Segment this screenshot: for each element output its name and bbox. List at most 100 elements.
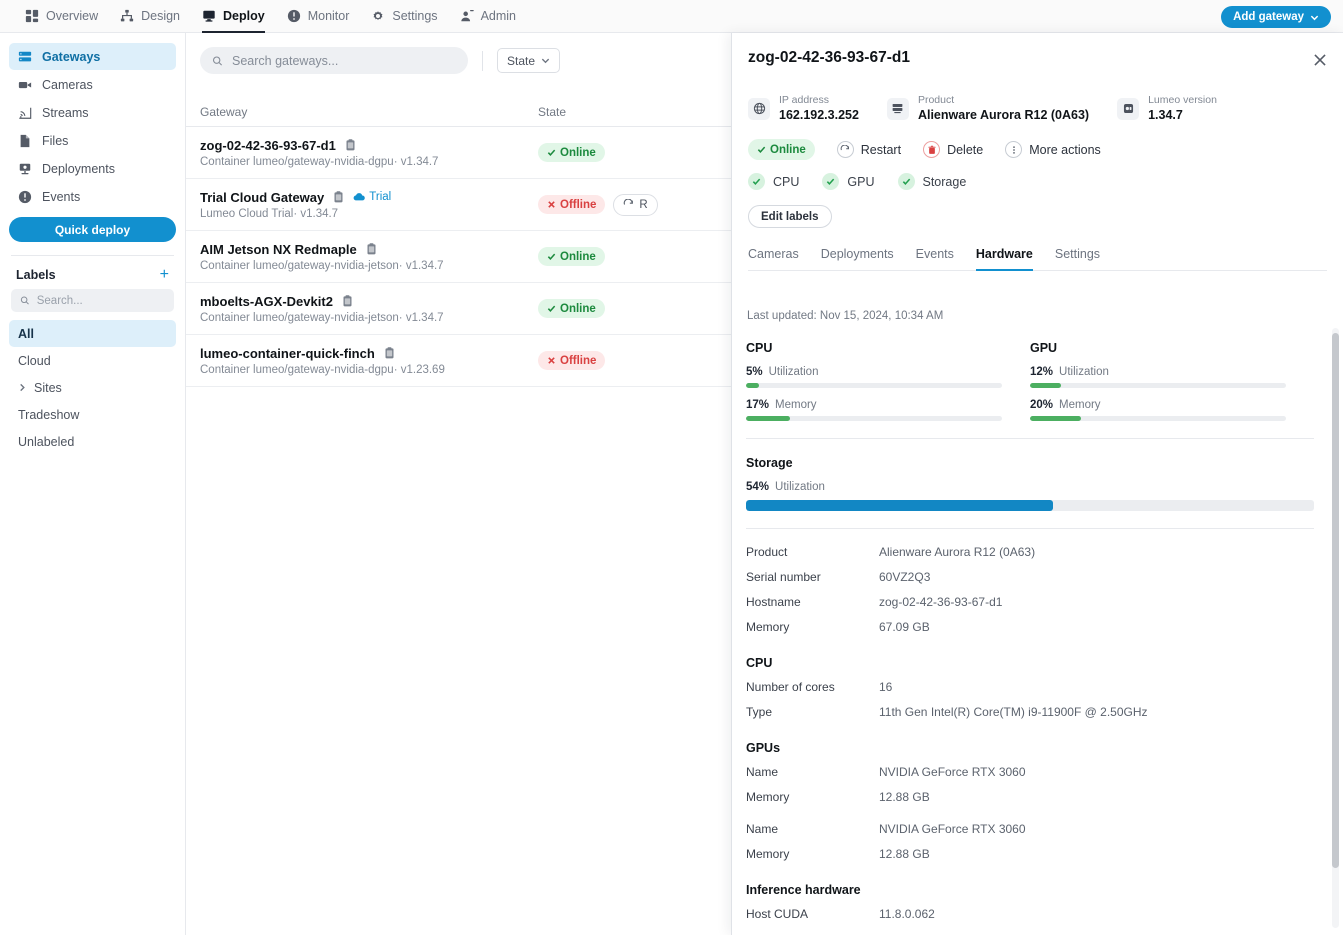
sidebar-item-events[interactable]: Events (9, 183, 176, 210)
close-icon (548, 357, 555, 364)
label-item-all[interactable]: All (9, 320, 176, 347)
inference-section-title: Inference hardware (746, 883, 861, 897)
gateway-list-pane: State Gateway State zog-02-42-36-93-67-d… (186, 33, 732, 935)
meta-value-product: Alienware Aurora R12 (0A63) (917, 108, 1090, 123)
detail-scrollbar[interactable] (1332, 328, 1339, 928)
tab-settings[interactable]: Settings (1055, 247, 1100, 270)
detail-header: zog-02-42-36-93-67-d1 (732, 33, 1343, 67)
metric-cpu-memory-label: Memory (775, 399, 817, 411)
list-toolbar: State (186, 33, 732, 74)
sidebar-item-deployments[interactable]: Deployments (9, 155, 176, 182)
restart-button[interactable]: R (613, 193, 658, 216)
kv-gpu2-memory: Memory 12.88 GB (746, 847, 1314, 861)
label-item-cloud[interactable]: Cloud (9, 347, 176, 374)
file-icon (20, 134, 30, 147)
add-gateway-button[interactable]: Add gateway (1221, 6, 1331, 28)
kv-number-of-cores: Number of cores 16 (746, 680, 1314, 694)
copy-icon[interactable] (333, 191, 344, 203)
metric-storage: Storage 54% Utilization (746, 456, 1314, 511)
nav-item-admin[interactable]: Admin (449, 0, 527, 33)
nav-item-design[interactable]: Design (109, 0, 191, 33)
table-row[interactable]: AIM Jetson NX Redmaple Container lumeo/g… (186, 231, 732, 283)
label-text-tradeshow: Tradeshow (18, 407, 80, 422)
check-icon (748, 173, 765, 191)
copy-icon[interactable] (345, 139, 356, 151)
nav-item-overview[interactable]: Overview (14, 0, 109, 33)
gateway-detail-panel: zog-02-42-36-93-67-d1 IP address 162.192… (731, 33, 1343, 935)
label-search[interactable] (11, 289, 174, 312)
edit-labels-button[interactable]: Edit labels (748, 205, 832, 229)
table-row[interactable]: lumeo-container-quick-finch Container lu… (186, 335, 732, 387)
sidebar-item-files[interactable]: Files (9, 127, 176, 154)
sidebar-item-gateways[interactable]: Gateways (9, 43, 176, 70)
kv-value: 12.88 GB (879, 847, 930, 861)
close-icon[interactable] (1311, 51, 1329, 69)
metric-storage-utilization-line: 54% Utilization (746, 481, 1314, 493)
tab-cameras[interactable]: Cameras (748, 247, 799, 270)
search-gateways[interactable] (200, 47, 468, 74)
state-filter-label: State (507, 53, 536, 68)
kv-value: NVIDIA GeForce RTX 3060 (879, 822, 1026, 836)
search-gateways-input[interactable] (232, 53, 456, 68)
more-actions-label: More actions (1029, 142, 1101, 157)
row-state: Online (538, 299, 718, 318)
server-icon (886, 97, 909, 120)
label-item-unlabeled[interactable]: Unlabeled (9, 428, 176, 455)
refresh-icon (836, 141, 854, 159)
more-actions-button[interactable]: More actions (1005, 141, 1101, 159)
kv-key: Name (746, 822, 779, 836)
sidebar-item-cameras[interactable]: Cameras (9, 71, 176, 98)
hardware-tab-content: Last updated: Nov 15, 2024, 10:34 AM CPU… (732, 296, 1343, 935)
add-label-icon[interactable]: + (160, 267, 169, 283)
app-root: Overview Design Deploy Monitor Settings … (0, 0, 1343, 935)
delete-button[interactable]: Delete (923, 141, 983, 159)
copy-icon[interactable] (366, 243, 377, 255)
quick-deploy-button[interactable]: Quick deploy (9, 217, 176, 242)
scrollbar-thumb[interactable] (1332, 333, 1339, 868)
toolbar-divider (482, 50, 483, 71)
cpu-section-title: CPU (746, 656, 773, 670)
nav-item-monitor[interactable]: Monitor (276, 0, 361, 33)
health-indicators: CPU GPU Storage (732, 160, 1343, 191)
meta-ip-address: IP address 162.192.3.252 (748, 93, 859, 124)
row-state: Online (538, 247, 718, 266)
kv-value: 16 (879, 680, 893, 694)
gateway-name: mboelts-AGX-Devkit2 (200, 293, 333, 309)
copy-icon[interactable] (342, 295, 353, 307)
left-sidebar: Gateways Cameras Streams Files Deploymen… (0, 33, 186, 935)
nav-item-deploy[interactable]: Deploy (191, 0, 276, 33)
meta-value-version: 1.34.7 (1148, 108, 1183, 123)
sidebar-item-streams[interactable]: Streams (9, 99, 176, 126)
copy-icon[interactable] (384, 347, 395, 359)
chevron-down-icon (1310, 15, 1319, 20)
metric-storage-bar (746, 500, 1314, 511)
label-item-tradeshow[interactable]: Tradeshow (9, 401, 176, 428)
tab-hardware[interactable]: Hardware (975, 247, 1033, 272)
list-column-headers: Gateway State (186, 93, 732, 127)
table-row[interactable]: mboelts-AGX-Devkit2 Container lumeo/gate… (186, 283, 732, 335)
kv-value: 60VZ2Q3 (879, 570, 931, 584)
restart-button[interactable]: Restart (836, 141, 901, 159)
metric-cpu-memory-pct: 17% (746, 399, 770, 411)
row-state: Online (538, 143, 718, 162)
monitor-icon (203, 10, 215, 22)
metric-storage-utilization-label: Utilization (775, 481, 825, 493)
tab-events[interactable]: Events (916, 247, 954, 270)
table-row[interactable]: zog-02-42-36-93-67-d1 Container lumeo/ga… (186, 127, 732, 179)
health-gpu: GPU (822, 173, 875, 191)
nav-item-settings[interactable]: Settings (360, 0, 448, 33)
kv-key: Type (746, 705, 773, 719)
kv-serial-number: Serial number 60VZ2Q3 (746, 570, 1314, 584)
table-row[interactable]: Trial Cloud Gateway Trial Lumeo Cloud Tr… (186, 179, 732, 231)
label-text-unlabeled: Unlabeled (18, 434, 75, 449)
check-icon (822, 173, 840, 191)
nav-label-design: Design (141, 9, 181, 23)
gateway-subtitle: Lumeo Cloud Trial· v1.34.7 (200, 207, 339, 220)
metric-gpu: GPU 12% Utilization 20% Memory (1030, 341, 1314, 421)
cpu-info-group: CPU Number of cores 16 Type 11th Gen Int… (746, 656, 1314, 719)
nav-label-settings: Settings (392, 9, 438, 23)
tab-deployments[interactable]: Deployments (821, 247, 894, 270)
label-item-sites[interactable]: Sites (9, 374, 176, 401)
label-search-input[interactable] (36, 294, 165, 307)
state-filter-dropdown[interactable]: State (497, 48, 561, 73)
